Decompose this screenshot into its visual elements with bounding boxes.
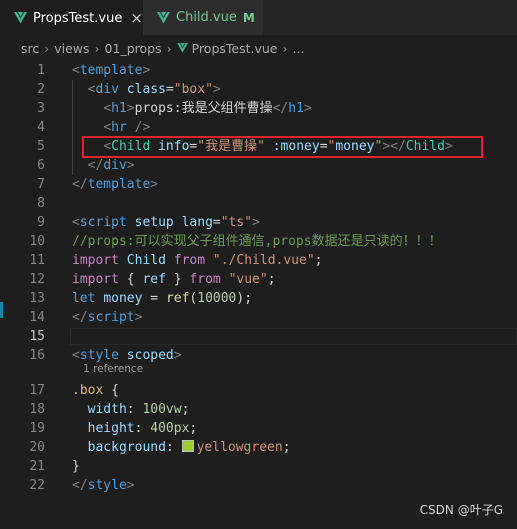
- code-line: 4 <hr />: [0, 118, 517, 137]
- code-text: import { ref } from "vue";: [72, 272, 276, 287]
- line-number: 8: [37, 196, 45, 211]
- code-text: </div>: [87, 158, 135, 173]
- codelens-references[interactable]: 1 reference: [83, 363, 143, 375]
- line-number: 7: [37, 177, 45, 192]
- chevron-right-icon: ›: [94, 40, 100, 56]
- tab-propstest[interactable]: PropsTest.vue ×: [0, 0, 143, 35]
- red-annotation-box: [82, 136, 483, 158]
- close-icon[interactable]: ×: [130, 10, 143, 26]
- line-number: 12: [29, 272, 45, 287]
- tab-label: PropsTest.vue: [33, 10, 123, 26]
- code-text: }: [72, 459, 80, 474]
- line-number: 14: [29, 310, 45, 325]
- line-number: 3: [37, 101, 45, 116]
- code-line: 8: [0, 194, 517, 213]
- line-number: 16: [29, 348, 45, 363]
- code-text: width: 100vw;: [87, 402, 190, 417]
- chevron-right-icon: ›: [282, 40, 288, 56]
- line-number: 19: [29, 421, 45, 436]
- code-line: 6 </div>: [0, 156, 517, 175]
- code-comment: //props:可以实现父子组件通信,props数据还是只读的！！！: [72, 234, 442, 249]
- code-line-current: 15: [0, 327, 517, 346]
- line-number: 18: [29, 402, 45, 417]
- code-text: <hr />: [103, 120, 151, 135]
- code-text: </template>: [72, 177, 159, 192]
- code-line: 19 height: 400px;: [0, 419, 517, 438]
- color-swatch-icon[interactable]: [181, 440, 194, 452]
- code-line: 3 <h1>props:我是父组件曹操</h1>: [0, 99, 517, 118]
- code-text: height: 400px;: [87, 421, 198, 436]
- line-number: 11: [29, 253, 45, 268]
- tab-label: Child.vue: [176, 10, 237, 25]
- tab-bar: PropsTest.vue × Child.vue M: [0, 0, 517, 35]
- line-number: 5: [37, 139, 45, 154]
- code-text: let money = ref(10000);: [72, 291, 253, 306]
- line-number: 15: [29, 329, 45, 344]
- line-number: 9: [37, 215, 45, 230]
- breadcrumb-item-file[interactable]: PropsTest.vue: [192, 41, 278, 56]
- modified-badge: M: [242, 10, 255, 25]
- chevron-right-icon: ›: [166, 40, 172, 56]
- code-text: background: yellowgreen;: [87, 440, 291, 455]
- code-line: 17 .box {: [0, 381, 517, 400]
- line-number: 10: [29, 234, 45, 249]
- line-number: 2: [37, 82, 45, 97]
- line-number: 1: [37, 63, 45, 78]
- code-text: </script>: [72, 310, 143, 325]
- breadcrumb-item-src[interactable]: src: [21, 41, 39, 56]
- breadcrumb-item-01-props[interactable]: 01_props: [105, 41, 162, 56]
- code-text: <div class="box">: [87, 82, 221, 97]
- line-number: 21: [29, 459, 45, 474]
- code-text: .box {: [72, 383, 119, 398]
- code-line: 1 <template>: [0, 61, 517, 80]
- code-line: 16 <style scoped>: [0, 346, 517, 365]
- code-line: 20 background: yellowgreen;: [0, 438, 517, 457]
- code-line: 10 //props:可以实现父子组件通信,props数据还是只读的！！！: [0, 232, 517, 251]
- code-text: <template>: [72, 63, 151, 78]
- code-line: 12 import { ref } from "vue";: [0, 270, 517, 289]
- tab-child[interactable]: Child.vue M: [143, 0, 264, 35]
- breadcrumb-item-views[interactable]: views: [54, 41, 89, 56]
- line-number: 6: [37, 158, 45, 173]
- code-line: 7 </template>: [0, 175, 517, 194]
- code-text: <h1>props:我是父组件曹操</h1>: [103, 101, 312, 116]
- vue-file-icon: [157, 11, 170, 23]
- code-line: 2 <div class="box">: [0, 80, 517, 99]
- code-line: 18 width: 100vw;: [0, 400, 517, 419]
- code-line: 13 let money = ref(10000);: [0, 289, 517, 308]
- breadcrumb: src › views › 01_props › PropsTest.vue ›…: [0, 35, 517, 61]
- code-line: 21}: [0, 457, 517, 476]
- watermark: CSDN @叶子G: [419, 503, 503, 517]
- code-line: 14 </script>: [0, 308, 517, 327]
- code-text: import Child from "./Child.vue";: [72, 253, 323, 268]
- chevron-right-icon: ›: [44, 40, 50, 56]
- code-text: <script setup lang="ts">: [72, 215, 260, 230]
- line-number: 22: [29, 478, 45, 493]
- code-text: </style>: [72, 478, 135, 493]
- code-line: 9 <script setup lang="ts">: [0, 213, 517, 232]
- line-number: 17: [29, 383, 45, 398]
- vue-file-icon: [14, 12, 27, 24]
- code-line: 11 import Child from "./Child.vue";: [0, 251, 517, 270]
- line-number: 13: [29, 291, 45, 306]
- vue-file-icon: [176, 43, 188, 53]
- line-number: 4: [37, 120, 45, 135]
- code-editor[interactable]: 1 <template> 2 <div class="box"> 3 <h1>pr…: [0, 61, 517, 529]
- line-number: 20: [29, 440, 45, 455]
- breadcrumb-item-more[interactable]: ...: [293, 41, 305, 56]
- code-line: 22 </style>: [0, 476, 517, 495]
